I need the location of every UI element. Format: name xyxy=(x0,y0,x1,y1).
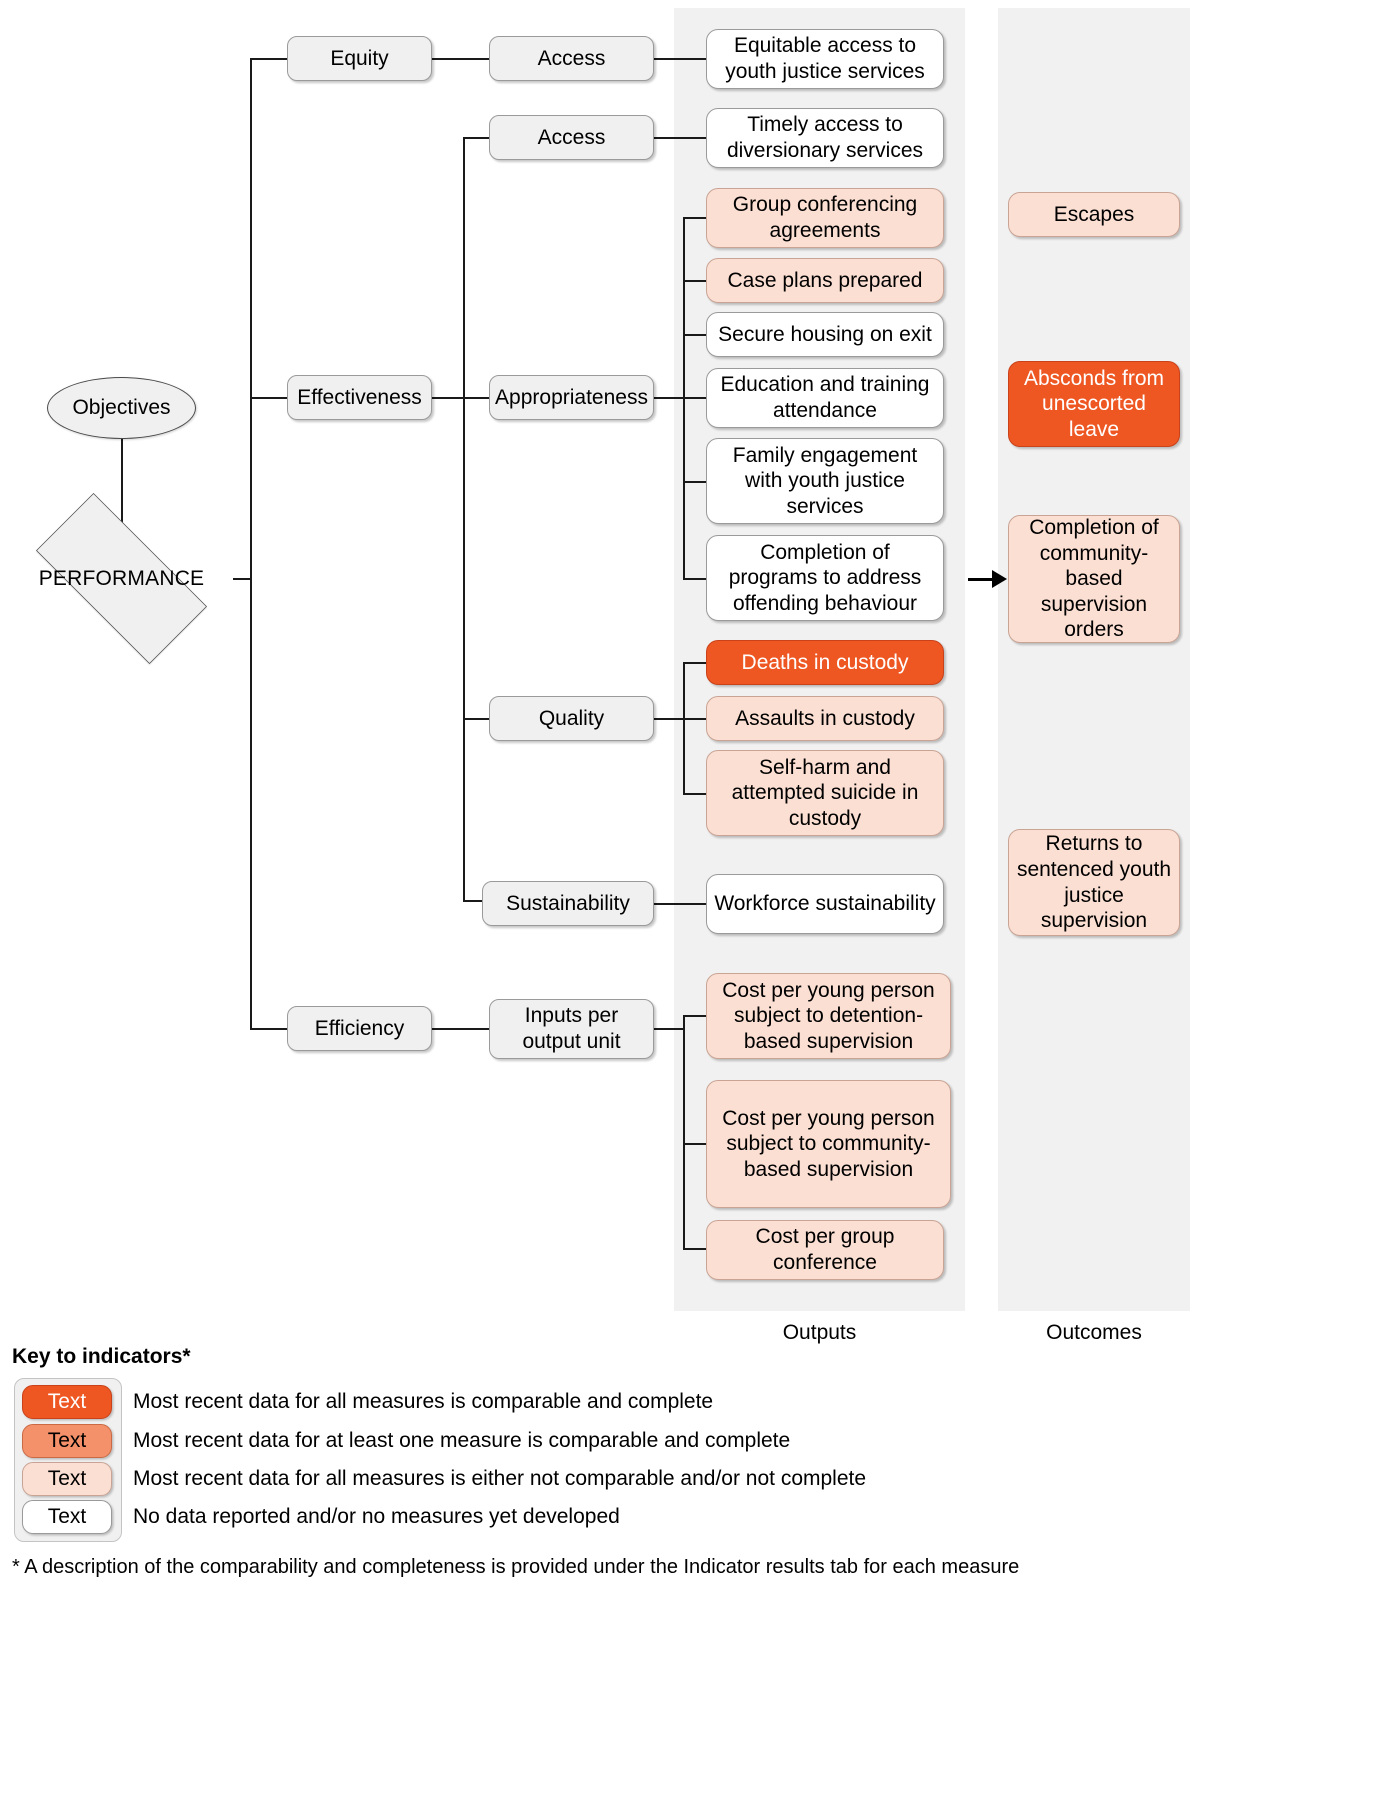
legend-description-dark: Most recent data for all measures is com… xyxy=(133,1390,714,1413)
legend-footnote: * A description of the comparability and… xyxy=(12,1556,1020,1578)
legend-description-light: Most recent data for all measures is eit… xyxy=(133,1467,867,1490)
legend-swatch-light[interactable]: Text xyxy=(22,1462,112,1496)
legend-swatch-dark[interactable]: Text xyxy=(22,1385,112,1419)
legend-swatch-medium[interactable]: Text xyxy=(22,1424,112,1458)
legend-description-medium: Most recent data for at least one measur… xyxy=(133,1429,791,1452)
legend-swatch-none[interactable]: Text xyxy=(22,1500,112,1534)
legend-title: Key to indicators* xyxy=(12,1345,191,1368)
legend-swatch-medium-text: Text xyxy=(47,1429,87,1452)
legend-swatch-dark-text: Text xyxy=(47,1390,87,1413)
legend-swatch-light-text: Text xyxy=(47,1467,87,1490)
diagram-canvas: Outputs Outcomes Objectives PERFORMANCE … xyxy=(0,0,1382,1794)
legend: Key to indicators* Text Most recent data… xyxy=(0,0,1382,1794)
legend-description-none: No data reported and/or no measures yet … xyxy=(133,1505,620,1528)
legend-swatch-none-text: Text xyxy=(47,1505,87,1528)
